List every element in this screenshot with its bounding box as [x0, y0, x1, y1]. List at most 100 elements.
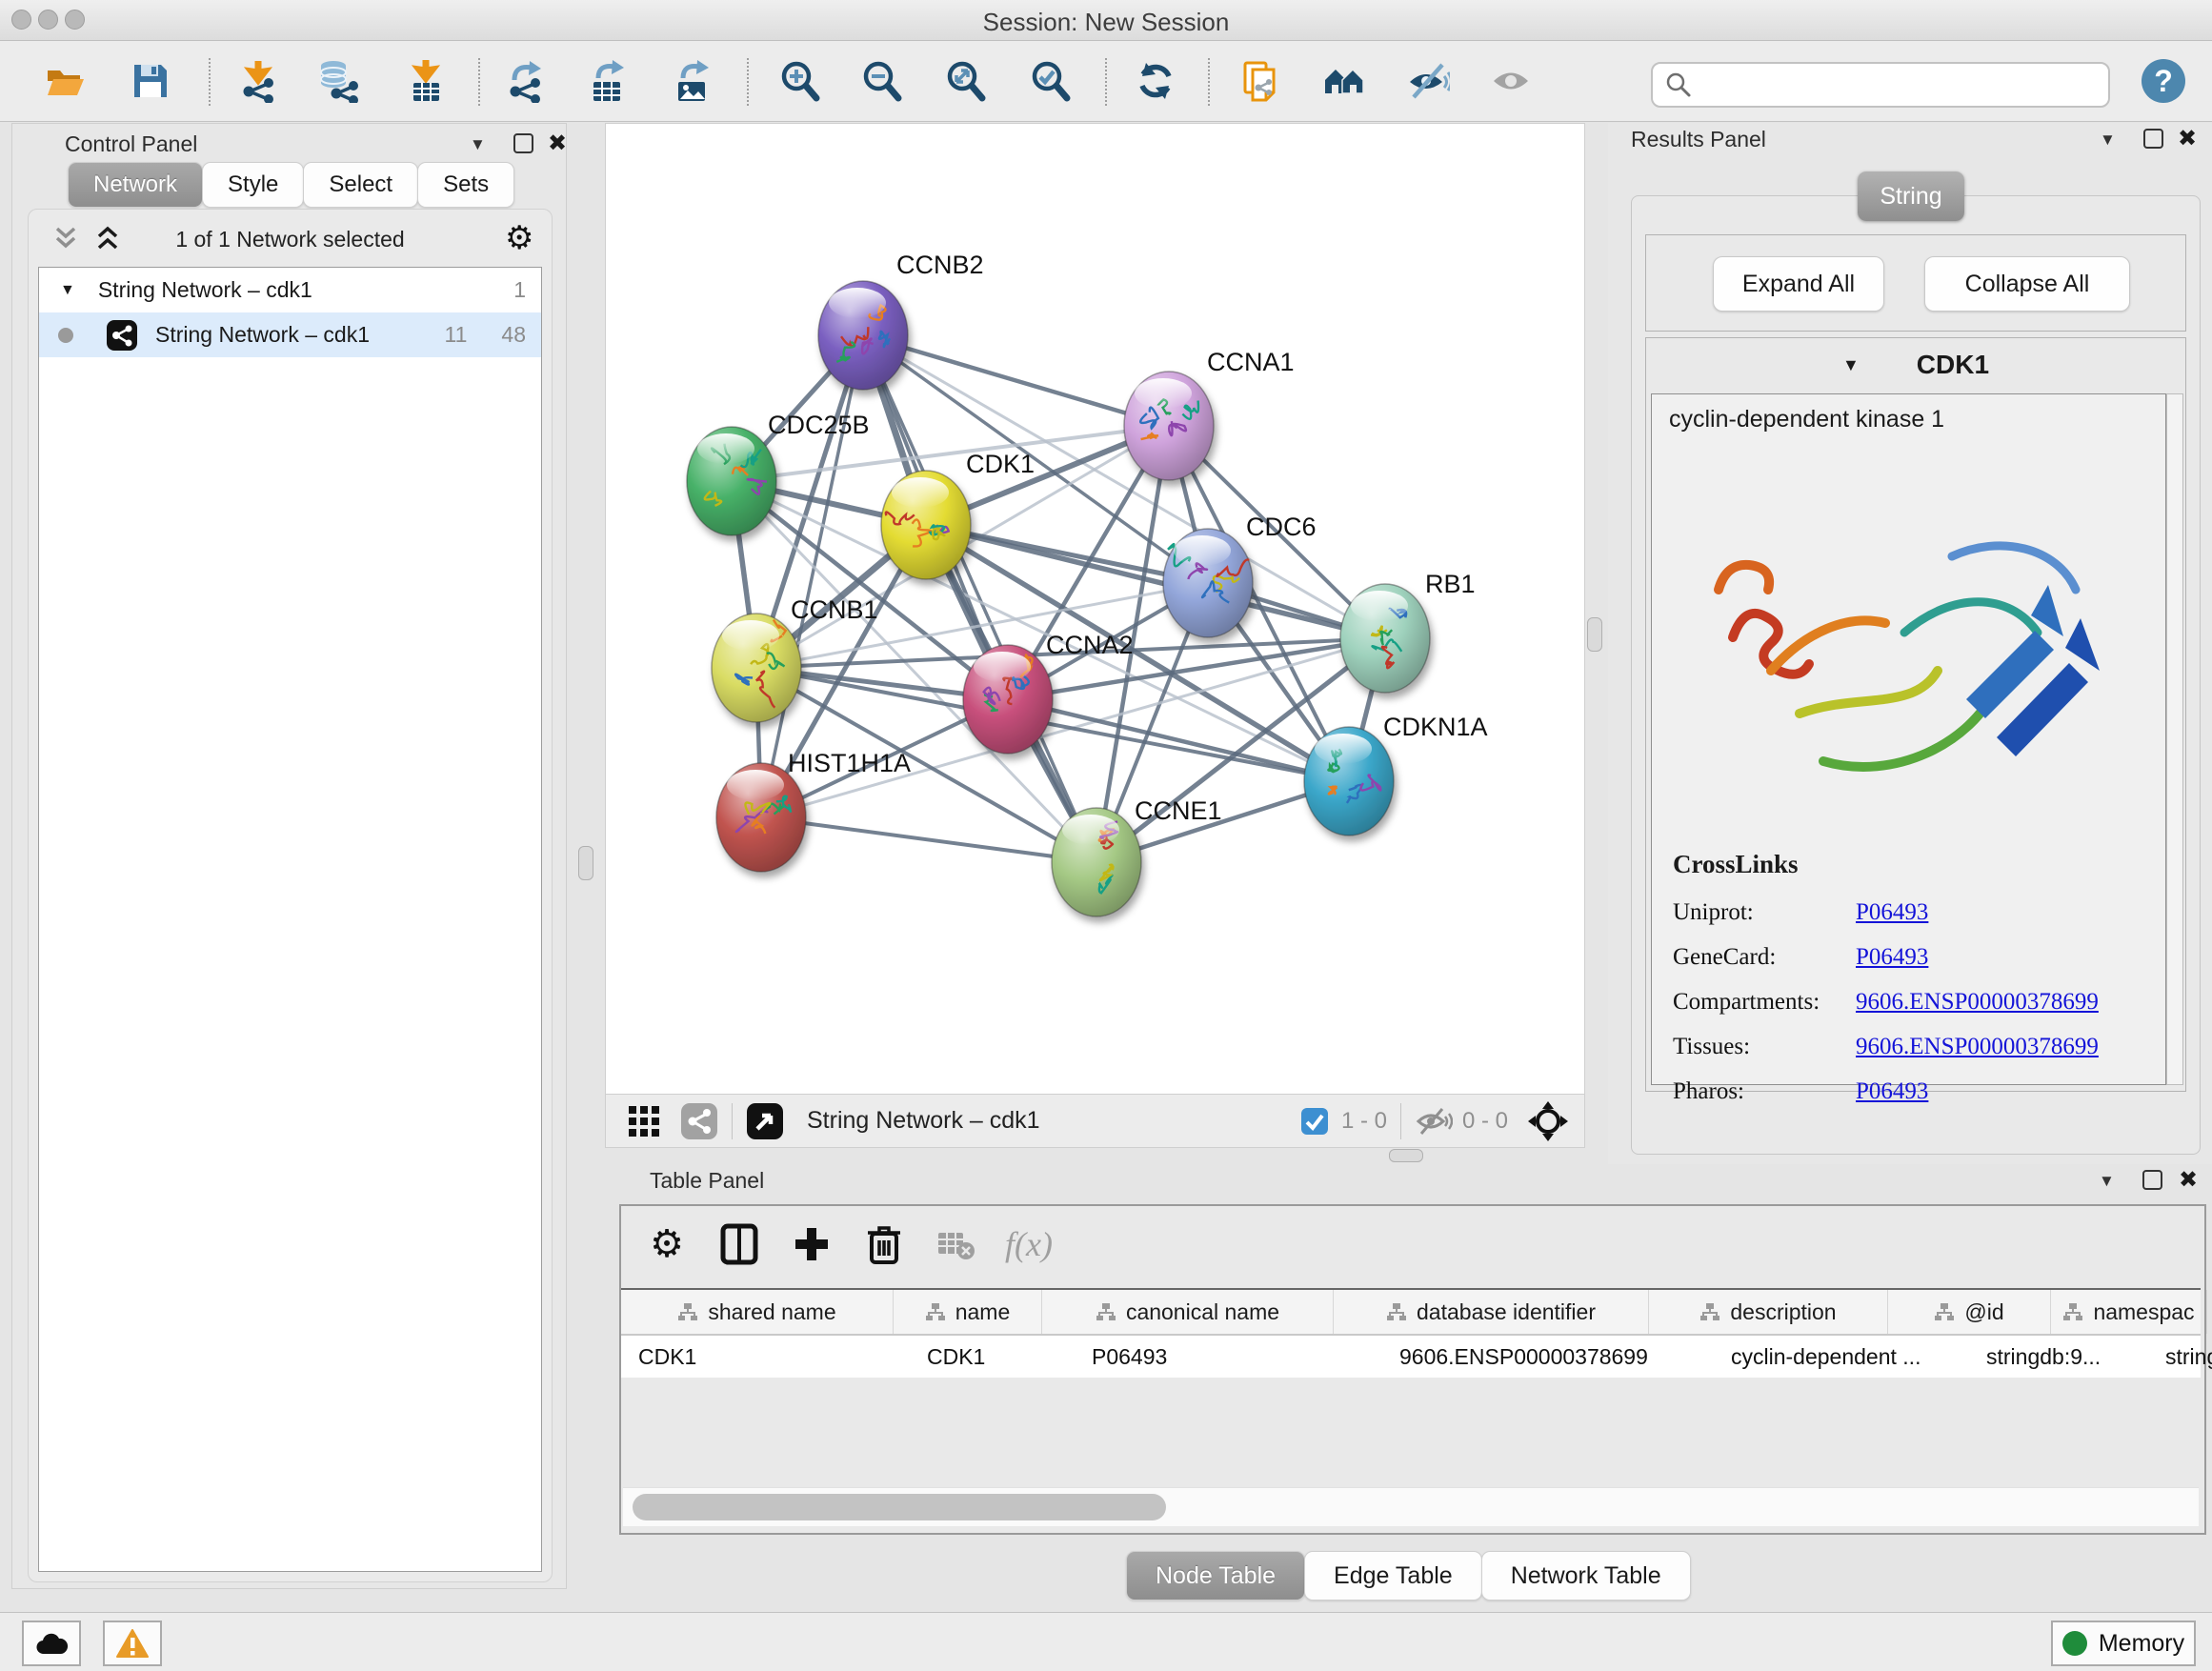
network-view[interactable]: CCNB2CCNA1CDC25BCDK1CDC6RB1CCNB1CCNA2CDK…: [605, 123, 1585, 1096]
open-session-button[interactable]: [39, 54, 90, 108]
export-network-button[interactable]: [499, 54, 551, 108]
show-columns-button[interactable]: [713, 1218, 766, 1271]
close-panel-icon[interactable]: ✖: [548, 130, 567, 157]
column-header-canonical-name[interactable]: canonical name: [1042, 1290, 1334, 1334]
tab-select[interactable]: Select: [303, 162, 418, 208]
network-node-RB1[interactable]: [1340, 584, 1430, 693]
network-node-CCNA1[interactable]: [1124, 372, 1214, 480]
memory-button[interactable]: Memory: [2051, 1621, 2196, 1666]
show-all-button[interactable]: [1485, 54, 1537, 108]
network-edge-HIST1H1A-CCNE1[interactable]: [761, 817, 1096, 862]
export-image-button[interactable]: [666, 54, 717, 108]
float-panel-icon[interactable]: [513, 133, 533, 153]
gene-panel-header[interactable]: ▼ CDK1: [1646, 338, 2185, 392]
tab-style[interactable]: Style: [202, 162, 304, 208]
first-neighbors-button[interactable]: [1318, 54, 1370, 108]
network-node-CCNB1[interactable]: [712, 614, 801, 722]
network-node-CDKN1A[interactable]: [1304, 727, 1394, 836]
tab-network-table[interactable]: Network Table: [1481, 1551, 1691, 1601]
refresh-view-button[interactable]: [1130, 54, 1181, 108]
tab-sets[interactable]: Sets: [417, 162, 514, 208]
crosslink-link[interactable]: 9606.ENSP00000378699: [1856, 989, 2099, 1034]
column-header-description[interactable]: description: [1649, 1290, 1888, 1334]
tab-edge-table[interactable]: Edge Table: [1304, 1551, 1482, 1601]
table-row[interactable]: CDK1CDK1P064939606.ENSP00000378699cyclin…: [621, 1336, 2201, 1378]
network-edge-CCNB2-HIST1H1A[interactable]: [761, 335, 863, 817]
node-label-CDK1: CDK1: [966, 450, 1035, 478]
network-canvas[interactable]: CCNB2CCNA1CDC25BCDK1CDC6RB1CCNB1CCNA2CDK…: [606, 124, 1584, 1095]
birds-eye-view-icon[interactable]: [746, 1102, 784, 1140]
zoom-fit-icon: [944, 59, 988, 103]
table-options-button[interactable]: ⚙: [640, 1218, 694, 1271]
save-session-button[interactable]: [125, 54, 176, 108]
table-cell: cyclin-dependent ...: [1714, 1336, 1969, 1378]
hide-selected-button[interactable]: [1402, 54, 1454, 108]
network-node-CDC6[interactable]: [1163, 529, 1253, 637]
grid-view-icon[interactable]: [627, 1103, 663, 1139]
network-edge-CCNB2-CCNA1[interactable]: [863, 335, 1169, 426]
cloud-status-button[interactable]: [22, 1621, 81, 1666]
collapse-triangle-icon[interactable]: ▼: [1842, 355, 1860, 375]
network-view-mode-icon[interactable]: [680, 1102, 718, 1140]
crosslink-link[interactable]: P06493: [1856, 944, 1928, 989]
export-table-button[interactable]: [581, 54, 633, 108]
selected-checkbox-icon[interactable]: [1299, 1106, 1330, 1137]
create-column-button[interactable]: [785, 1218, 838, 1271]
float-panel-icon[interactable]: [2142, 1170, 2162, 1190]
column-header-label: canonical name: [1126, 1299, 1279, 1325]
import-network-database-button[interactable]: [312, 54, 364, 108]
close-panel-icon[interactable]: ✖: [2178, 125, 2197, 152]
network-node-CCNE1[interactable]: [1052, 808, 1141, 916]
tab-string[interactable]: String: [1858, 171, 1964, 221]
tab-node-table[interactable]: Node Table: [1126, 1551, 1305, 1601]
help-button[interactable]: ?: [2142, 59, 2185, 103]
horizontal-scrollbar[interactable]: [623, 1487, 2199, 1526]
zoom-fit-button[interactable]: [940, 54, 992, 108]
crosslink-link[interactable]: 9606.ENSP00000378699: [1856, 1034, 2099, 1078]
node-label-CCNB2: CCNB2: [896, 251, 984, 279]
zoom-out-button[interactable]: [856, 54, 908, 108]
collapse-triangle-icon[interactable]: ▼: [60, 282, 75, 299]
network-edge-CCNB2-CCNE1[interactable]: [863, 335, 1096, 862]
float-panel-icon[interactable]: [2143, 129, 2163, 149]
zoom-selected-button[interactable]: [1025, 54, 1076, 108]
warnings-button[interactable]: [103, 1621, 162, 1666]
scrollbar-thumb[interactable]: [633, 1494, 1166, 1520]
search-input[interactable]: [1699, 71, 2108, 98]
panel-menu-icon[interactable]: ▼: [2100, 131, 2116, 150]
delete-column-button[interactable]: [857, 1218, 911, 1271]
fit-content-crosshair-icon[interactable]: [1527, 1100, 1569, 1142]
vertical-scrollbar[interactable]: [2166, 393, 2183, 1085]
network-node-CCNA2[interactable]: [963, 645, 1053, 754]
clone-network-button[interactable]: [1235, 54, 1286, 108]
node-label-CDC25B: CDC25B: [768, 411, 870, 439]
expand-all-button[interactable]: Expand All: [1713, 256, 1884, 312]
network-node-CDC25B[interactable]: [687, 427, 776, 535]
column-header-name[interactable]: name: [894, 1290, 1042, 1334]
panel-menu-icon[interactable]: ▼: [2099, 1172, 2115, 1191]
column-header-@id[interactable]: @id: [1888, 1290, 2051, 1334]
crosslink-link[interactable]: P06493: [1856, 899, 1928, 944]
network-edge-CDK1-RB1[interactable]: [926, 525, 1385, 638]
column-header-database-identifier[interactable]: database identifier: [1334, 1290, 1649, 1334]
network-options-gear-icon[interactable]: ⚙: [505, 219, 533, 257]
horizontal-splitter-handle[interactable]: [1389, 1149, 1423, 1162]
import-network-file-button[interactable]: [232, 54, 284, 108]
panel-menu-icon[interactable]: ▼: [470, 135, 486, 154]
network-row[interactable]: String Network – cdk1 11 48: [39, 312, 541, 357]
network-node-CCNB2[interactable]: [818, 281, 908, 390]
right-splitter-handle[interactable]: [1587, 617, 1602, 652]
import-table-button[interactable]: [400, 54, 452, 108]
tab-network[interactable]: Network: [68, 162, 203, 208]
collapse-all-button[interactable]: Collapse All: [1924, 256, 2130, 312]
network-node-CDK1[interactable]: [881, 471, 971, 579]
network-node-count: 11: [445, 322, 468, 348]
crosslink-link[interactable]: P06493: [1856, 1078, 1928, 1123]
network-collection-row[interactable]: ▼ String Network – cdk1 1: [39, 268, 541, 312]
network-node-HIST1H1A[interactable]: [716, 763, 806, 872]
column-header-namespac[interactable]: namespac: [2051, 1290, 2207, 1334]
zoom-in-button[interactable]: [774, 54, 826, 108]
column-header-shared-name[interactable]: shared name: [621, 1290, 894, 1334]
left-splitter-handle[interactable]: [578, 846, 593, 880]
close-panel-icon[interactable]: ✖: [2179, 1166, 2198, 1194]
